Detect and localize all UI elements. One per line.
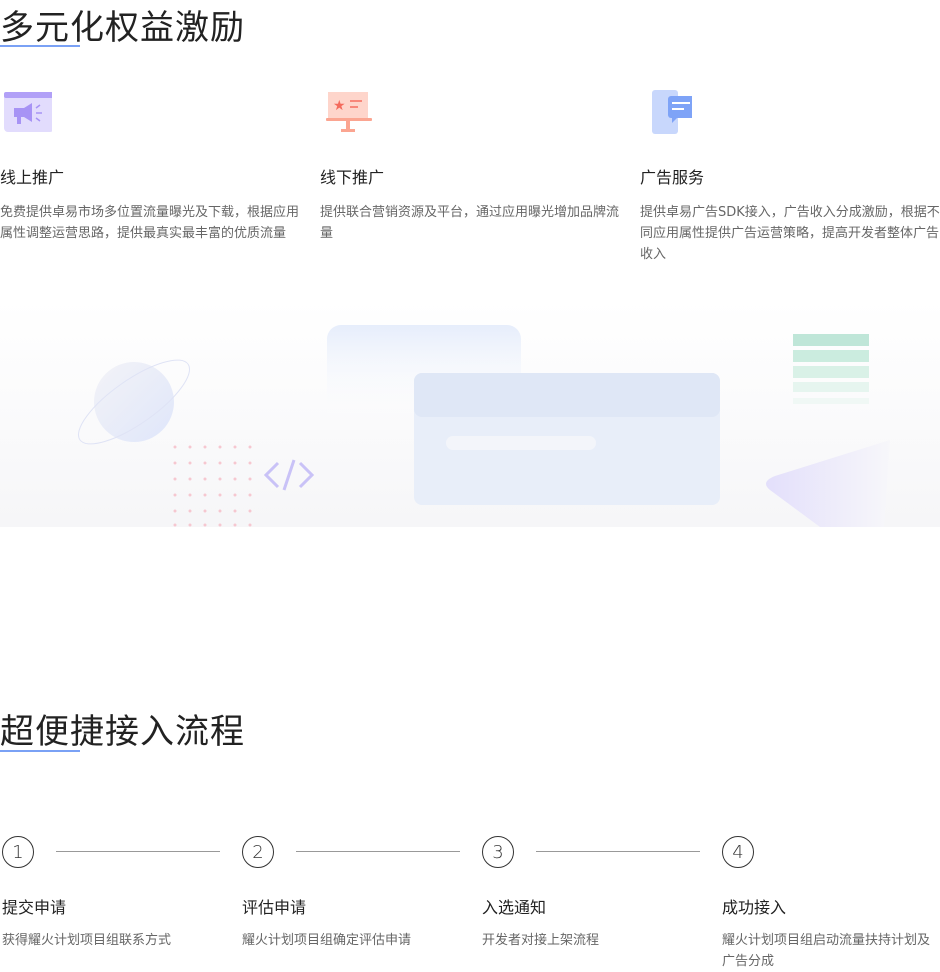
phone-message-icon [652, 90, 696, 134]
decorative-illustration [0, 300, 940, 527]
step-2: 2 评估申请 耀火计划项目组确定评估申请 [242, 836, 462, 951]
dot-grid [173, 445, 252, 527]
step-number: 3 [482, 836, 514, 868]
title-underline [0, 45, 80, 47]
step-number: 1 [2, 836, 34, 868]
step-desc: 获得耀火计划项目组联系方式 [2, 933, 172, 948]
svg-text:★: ★ [333, 98, 346, 114]
step-title: 提交申请 [2, 898, 67, 917]
card-desc: 提供卓易广告SDK接入，广告收入分成激励，根据不同应用属性提供广告运营策略，提高… [640, 205, 940, 262]
megaphone-icon [4, 92, 54, 132]
section-title-benefits: 多元化权益激励 [0, 8, 245, 48]
step-number: 2 [242, 836, 274, 868]
step-desc: 耀火计划项目组启动流量扶持计划及广告分成 [722, 933, 931, 969]
step-title: 成功接入 [722, 898, 787, 917]
step-connector [56, 851, 220, 852]
step-connector [296, 851, 460, 852]
card-desc: 提供联合营销资源及平台，通过应用曝光增加品牌流量 [320, 205, 620, 241]
step-connector [536, 851, 700, 852]
step-desc: 开发者对接上架流程 [482, 933, 600, 948]
benefit-card-offline: ★ 线下推广 提供联合营销资源及平台，通过应用曝光增加品牌流量 [320, 88, 620, 244]
section-title-process: 超便捷接入流程 [0, 712, 245, 752]
title-underline [0, 750, 80, 752]
step-1: 1 提交申请 获得耀火计划项目组联系方式 [2, 836, 222, 951]
card-title: 线上推广 [0, 168, 65, 187]
card-title: 线下推广 [320, 168, 385, 187]
step-title: 入选通知 [482, 898, 547, 917]
card-title: 广告服务 [640, 168, 705, 187]
step-3: 3 入选通知 开发者对接上架流程 [482, 836, 702, 951]
step-number: 4 [722, 836, 754, 868]
code-icon [263, 459, 315, 491]
step-4: 4 成功接入 耀火计划项目组启动流量扶持计划及广告分成 [722, 836, 937, 972]
step-title: 评估申请 [242, 898, 307, 917]
billboard-star-icon: ★ [326, 92, 372, 132]
benefit-card-online: 线上推广 免费提供卓易市场多位置流量曝光及下载，根据应用属性调整运营思路，提供最… [0, 88, 300, 244]
benefit-card-ads: 广告服务 提供卓易广告SDK接入，广告收入分成激励，根据不同应用属性提供广告运营… [640, 88, 940, 265]
card-desc: 免费提供卓易市场多位置流量曝光及下载，根据应用属性调整运营思路，提供最真实最丰富… [0, 205, 300, 241]
step-desc: 耀火计划项目组确定评估申请 [242, 933, 412, 948]
